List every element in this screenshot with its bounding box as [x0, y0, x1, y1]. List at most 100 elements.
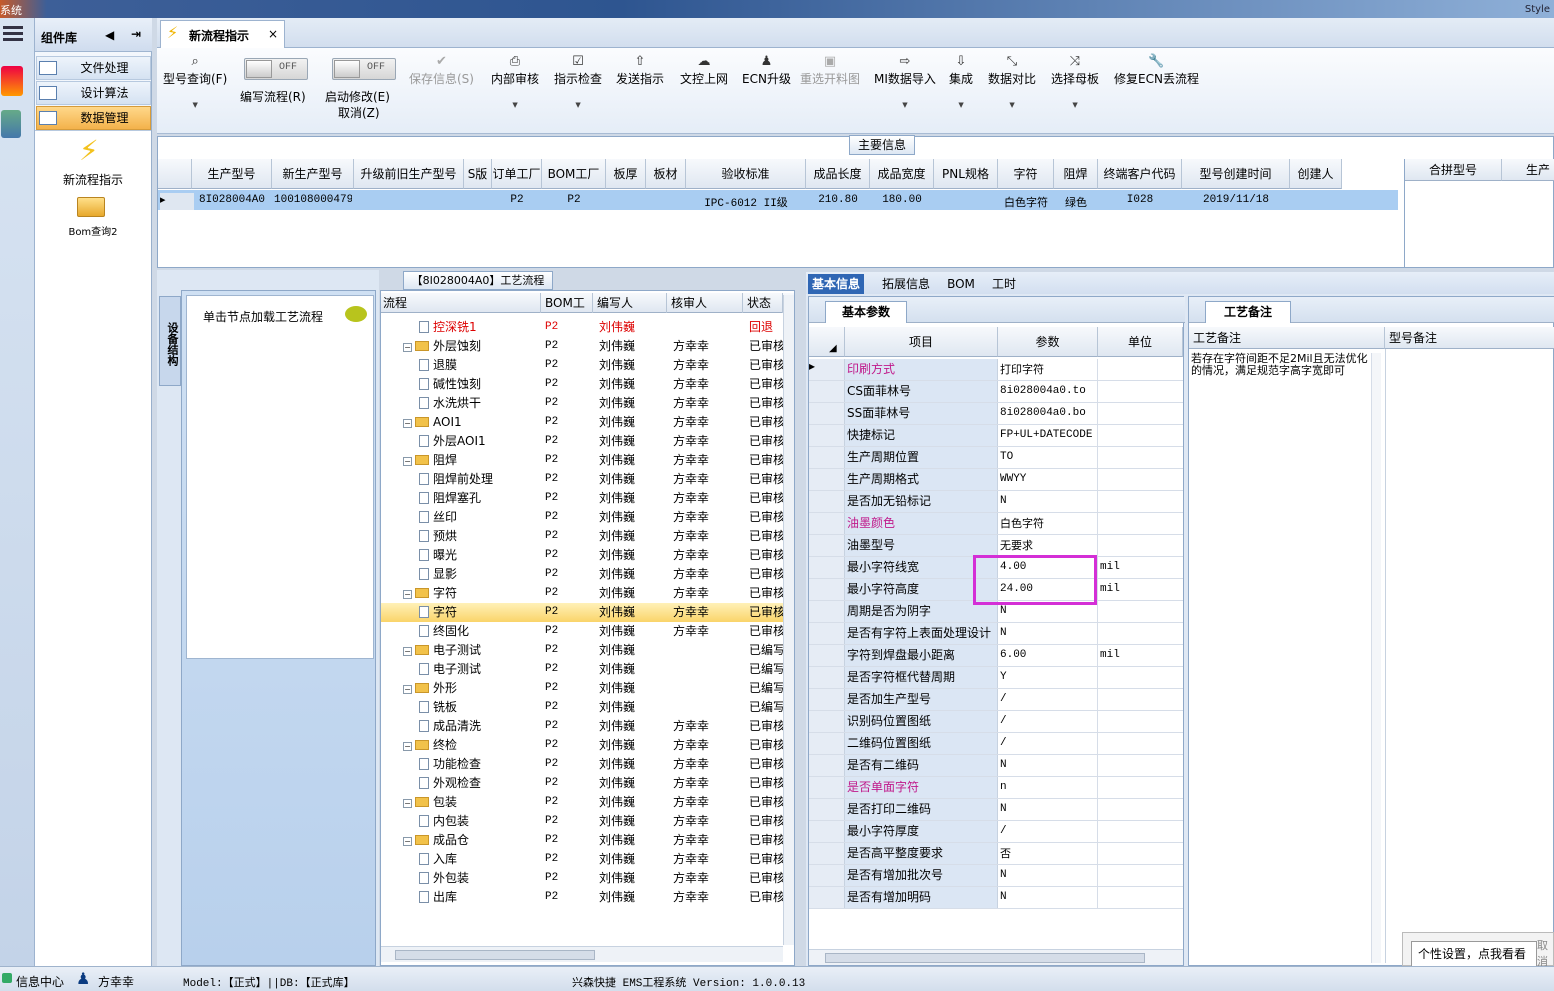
process-column-header[interactable]: 核审人: [667, 293, 743, 313]
tree-row[interactable]: 碱性蚀刻 P2 刘伟巍 方幸幸 已审核: [381, 375, 783, 394]
param-value[interactable]: 打印字符: [998, 359, 1098, 380]
tree-node[interactable]: 控深铣1: [419, 318, 541, 337]
param-value[interactable]: FP+UL+DATECODE: [998, 425, 1098, 446]
info-center-link[interactable]: 信息中心: [16, 973, 64, 990]
tree-node[interactable]: 丝印: [419, 508, 541, 527]
row-selector[interactable]: [809, 381, 845, 402]
shortcut-new-process[interactable]: 新流程指示: [35, 171, 151, 188]
column-header[interactable]: 阻焊: [1054, 159, 1098, 189]
tree-row[interactable]: − 终检 P2 刘伟巍 方幸幸 已审核: [381, 736, 783, 755]
param-row[interactable]: 生产周期位置 TO: [809, 447, 1183, 469]
tree-node[interactable]: − 字符: [403, 584, 541, 603]
reselect-cut-button[interactable]: ▣ 重选开料图: [800, 54, 860, 87]
row-selector[interactable]: [809, 447, 845, 468]
row-selector[interactable]: [809, 865, 845, 886]
vertical-scrollbar[interactable]: [783, 295, 794, 945]
param-value[interactable]: N: [998, 887, 1098, 908]
dropdown-arrow-icon[interactable]: ▼: [949, 101, 973, 109]
dropdown-arrow-icon[interactable]: ▼: [988, 101, 1036, 109]
notes-col-process[interactable]: 工艺备注: [1189, 327, 1385, 349]
column-header[interactable]: 升级前旧生产型号: [354, 159, 464, 189]
collapse-icon[interactable]: −: [403, 457, 412, 466]
tree-node[interactable]: 预烘: [419, 527, 541, 546]
tree-node[interactable]: 退膜: [419, 356, 541, 375]
tree-row[interactable]: − 阻焊 P2 刘伟巍 方幸幸 已审核: [381, 451, 783, 470]
tree-node[interactable]: 外观检查: [419, 774, 541, 793]
row-selector[interactable]: [809, 557, 845, 578]
tree-node[interactable]: − 终检: [403, 736, 541, 755]
horizontal-scrollbar[interactable]: [381, 946, 783, 962]
collapse-icon[interactable]: −: [403, 837, 412, 846]
param-value[interactable]: /: [998, 733, 1098, 754]
tree-row[interactable]: − 字符 P2 刘伟巍 方幸幸 已审核: [381, 584, 783, 603]
row-selector[interactable]: [809, 711, 845, 732]
collapse-icon[interactable]: −: [403, 685, 412, 694]
data-compare-button[interactable]: ⤡ 数据对比 ▼: [988, 54, 1036, 109]
tree-node[interactable]: − AOI1: [403, 413, 541, 432]
param-value[interactable]: 否: [998, 843, 1098, 864]
process-column-header[interactable]: 流程: [381, 293, 541, 313]
tree-row[interactable]: − 包装 P2 刘伟巍 方幸幸 已审核: [381, 793, 783, 812]
param-row[interactable]: CS面菲林号 8i028004a0.to: [809, 381, 1183, 403]
internal-review-button[interactable]: ⎙ 内部审核 ▼: [491, 54, 539, 109]
tree-node[interactable]: 功能检查: [419, 755, 541, 774]
dropdown-arrow-icon[interactable]: ▼: [1051, 101, 1099, 109]
param-row[interactable]: 油墨型号 无要求: [809, 535, 1183, 557]
param-value[interactable]: N: [998, 491, 1098, 512]
tree-node[interactable]: 电子测试: [419, 660, 541, 679]
param-row[interactable]: 是否高平整度要求否: [809, 843, 1183, 865]
tree-node[interactable]: 出库: [419, 888, 541, 907]
column-header[interactable]: 终端客户代码: [1098, 159, 1182, 189]
param-value[interactable]: 6.00: [998, 645, 1098, 666]
tree-row[interactable]: 外层AOI1 P2 刘伟巍 方幸幸 已审核: [381, 432, 783, 451]
param-row[interactable]: 识别码位置图纸 /: [809, 711, 1183, 733]
cancel-label[interactable]: 取消(Z): [338, 104, 380, 121]
tree-node[interactable]: 终固化: [419, 622, 541, 641]
tree-node[interactable]: 入库: [419, 850, 541, 869]
tree-row[interactable]: 电子测试 P2 刘伟巍 已编写: [381, 660, 783, 679]
row-selector[interactable]: [809, 777, 845, 798]
tree-row[interactable]: 阻焊前处理 P2 刘伟巍 方幸幸 已审核: [381, 470, 783, 489]
param-value[interactable]: N: [998, 865, 1098, 886]
edit-process-toggle[interactable]: OFF: [244, 58, 308, 80]
row-selector[interactable]: [809, 799, 845, 820]
tree-row[interactable]: 外观检查 P2 刘伟巍 方幸幸 已审核: [381, 774, 783, 793]
param-row[interactable]: 二维码位置图纸 /: [809, 733, 1183, 755]
column-header[interactable]: 验收标准: [686, 159, 806, 189]
column-header[interactable]: 生产型号: [192, 159, 272, 189]
param-row[interactable]: 字符到焊盘最小距离 6.00 mil: [809, 645, 1183, 667]
detail-tab[interactable]: 工时: [986, 274, 1022, 294]
param-value[interactable]: 8i028004a0.to: [998, 381, 1098, 402]
column-header[interactable]: PNL规格: [934, 159, 998, 189]
dropdown-arrow-icon[interactable]: ▼: [554, 101, 602, 109]
column-header[interactable]: 板厚: [606, 159, 646, 189]
row-selector[interactable]: [809, 491, 845, 512]
comp-item-data[interactable]: 数据管理: [36, 106, 151, 130]
row-selector[interactable]: [809, 623, 845, 644]
param-row[interactable]: 是否打印二维码 N: [809, 799, 1183, 821]
dropdown-arrow-icon[interactable]: ▼: [491, 101, 539, 109]
tree-row[interactable]: − 外层蚀刻 P2 刘伟巍 方幸幸 已审核: [381, 337, 783, 356]
row-selector[interactable]: [809, 843, 845, 864]
param-row[interactable]: 生产周期格式 WWYY: [809, 469, 1183, 491]
column-header[interactable]: BOM工厂: [542, 159, 606, 189]
param-row[interactable]: ▸ 印刷方式 打印字符: [809, 359, 1183, 381]
param-value[interactable]: 8i028004a0.bo: [998, 403, 1098, 424]
row-selector[interactable]: [809, 689, 845, 710]
instruction-check-button[interactable]: ☑ 指示检查 ▼: [554, 54, 602, 109]
params-col-item[interactable]: 项目: [845, 327, 998, 357]
tree-row[interactable]: 功能检查 P2 刘伟巍 方幸幸 已审核: [381, 755, 783, 774]
params-col-value[interactable]: 参数: [998, 327, 1098, 357]
tree-row[interactable]: 控深铣1 P2 刘伟巍 回退: [381, 318, 783, 337]
tree-node[interactable]: 成品清洗: [419, 717, 541, 736]
tree-row[interactable]: 丝印 P2 刘伟巍 方幸幸 已审核: [381, 508, 783, 527]
tree-node[interactable]: 字符: [419, 603, 541, 622]
tab-new-process[interactable]: ⚡ 新流程指示 ×: [160, 20, 285, 48]
tree-node[interactable]: 铣板: [419, 698, 541, 717]
pin-icon[interactable]: ⇥: [131, 27, 141, 41]
param-value[interactable]: N: [998, 623, 1098, 644]
tree-row[interactable]: 退膜 P2 刘伟巍 方幸幸 已审核: [381, 356, 783, 375]
param-row[interactable]: 是否有增加批次号 N: [809, 865, 1183, 887]
param-row[interactable]: 是否加生产型号 /: [809, 689, 1183, 711]
tree-row[interactable]: 成品清洗 P2 刘伟巍 方幸幸 已审核: [381, 717, 783, 736]
